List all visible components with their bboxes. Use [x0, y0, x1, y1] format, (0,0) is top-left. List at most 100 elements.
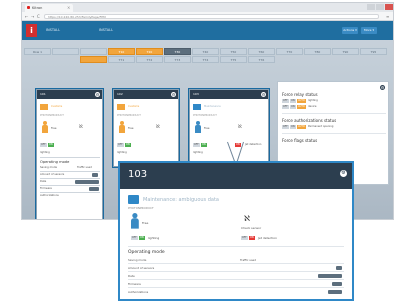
card-label: lighting [117, 151, 127, 154]
close-window-button[interactable] [385, 4, 393, 10]
grid-cell[interactable] [80, 56, 107, 63]
card-settings-icon[interactable]: ⚙ [261, 92, 266, 97]
date-value-bar [318, 274, 342, 278]
detail-pill2-off[interactable]: OFF [241, 236, 248, 240]
topnav-item-3[interactable]: INSTALL [99, 28, 113, 32]
relay2-off[interactable]: OFF [282, 105, 289, 109]
card-settings-icon[interactable]: ⚙ [171, 92, 176, 97]
grid-cell[interactable]: T73 [164, 56, 191, 63]
person-icon [195, 121, 201, 133]
grid-cell[interactable]: T75 [220, 56, 247, 63]
forward-icon[interactable]: → [31, 14, 34, 19]
person-icon [42, 121, 48, 133]
grid-cell[interactable]: T71 [108, 56, 135, 63]
actions-button[interactable]: Actions ▾ [342, 27, 358, 34]
address-bar-row: ← → C https://10.240.80.253/FamilyPage/F… [22, 12, 393, 21]
detail-pill2-red[interactable]: ON [249, 236, 255, 240]
grid-cell[interactable]: T95 [360, 48, 387, 55]
minimize-button[interactable] [367, 4, 375, 10]
grid-cell[interactable]: T10 [108, 48, 135, 55]
grid-cell[interactable]: T40 [192, 48, 219, 55]
device-detail-card[interactable]: 103 ⚙ Maintenance: ambiguous data PHOTON… [118, 161, 354, 301]
app-logo[interactable]: i [26, 24, 37, 37]
pill-on[interactable]: ON [201, 143, 207, 147]
relay-label: lighting [308, 99, 318, 102]
divider [282, 133, 386, 134]
grid-cell[interactable]: T50 [220, 48, 247, 55]
card-sub: PHOTONPRODUCT [40, 114, 64, 117]
detail-pill-off[interactable]: OFF [131, 236, 138, 240]
relay-on[interactable]: ON [290, 99, 296, 103]
row-value-bar [92, 173, 98, 177]
row-firmware: Firmware [128, 282, 141, 286]
row-saving-mode-value: Traffic used [240, 258, 257, 262]
device-card-102[interactable]: 102 ⚙ Customs PHOTONPRODUCT Free ℵ OFF O… [113, 89, 179, 167]
relay2-auto[interactable]: AUTO [297, 105, 306, 109]
grid-cell[interactable]: T90 [332, 48, 359, 55]
person-label: Free [51, 127, 57, 130]
grid-cell[interactable] [52, 48, 79, 55]
grid-cell[interactable] [80, 48, 107, 55]
operating-mode-title: Operating mode [128, 250, 165, 255]
relay2-on[interactable]: ON [290, 105, 296, 109]
device-card-101[interactable]: 101 ⚙ Customs PHOTONPRODUCT Free ℵ OFF O… [36, 89, 103, 219]
back-icon[interactable]: ← [25, 14, 28, 19]
pill-off[interactable]: OFF [117, 143, 124, 147]
grid-cell[interactable]: T80 [304, 48, 331, 55]
auth-auto[interactable]: AUTO [297, 125, 306, 129]
detail-mode-title: Maintenance: ambiguous data [143, 197, 219, 203]
person-label: Free [128, 127, 134, 130]
card-mode: Maintenance [204, 105, 221, 108]
auth-label: Permanent opening [308, 125, 334, 128]
grid-cell[interactable]: T20 [136, 48, 163, 55]
auth-on[interactable]: ON [290, 125, 296, 129]
person-label: Free [142, 221, 149, 225]
device-card-103[interactable]: 103 ⚙ Maintenance PHOTONPRODUCT Free ℵ O… [189, 89, 269, 167]
lux-icon: ℵ [79, 124, 83, 130]
detail-card-number: 103 [128, 169, 148, 180]
url-input[interactable]: https://10.240.80.253/FamilyPage/FPM [44, 14, 379, 19]
relay-auto[interactable]: AUTO [297, 99, 306, 103]
browser-menu-icon[interactable]: ≡ [386, 14, 389, 19]
topnav-item-1[interactable]: INSTALL [46, 28, 60, 32]
grid-cell[interactable]: T30 [164, 48, 191, 55]
reload-icon[interactable]: C [37, 14, 40, 19]
status-icon [40, 104, 48, 110]
card-sub: PHOTONPRODUCT [193, 114, 217, 117]
divider [40, 157, 100, 158]
grid-cell[interactable]: T60 [248, 48, 275, 55]
more-button[interactable]: More ▾ [361, 27, 377, 34]
card-header: 102 ⚙ [114, 90, 178, 99]
detail-settings-icon[interactable]: ⚙ [340, 170, 347, 177]
pill-off[interactable]: OFF [40, 143, 47, 147]
grid-cell[interactable]: T70 [276, 48, 303, 55]
grid-cell[interactable]: T76 [248, 56, 275, 63]
relay2-label: device [308, 105, 317, 108]
grid-cell[interactable]: T74 [192, 56, 219, 63]
panel-settings-icon[interactable]: ⚙ [380, 85, 385, 90]
detail-pill-on[interactable]: ON [139, 236, 145, 240]
status-icon [193, 104, 201, 110]
favicon-icon [27, 6, 30, 9]
auth-off[interactable]: OFF [282, 125, 289, 129]
maintenance-icon [128, 195, 139, 204]
grid-cell[interactable]: T72 [136, 56, 163, 63]
pill-red[interactable]: ON [235, 143, 241, 147]
relay-off[interactable]: OFF [282, 99, 289, 103]
status-icon [117, 104, 125, 110]
browser-tab[interactable]: Kitron × [25, 4, 73, 12]
grid-cell[interactable]: Row 1 [24, 48, 51, 55]
lux-icon: ℵ [156, 124, 160, 130]
card-label: lighting [193, 151, 203, 154]
tab-close-icon[interactable]: × [67, 5, 70, 10]
maximize-button[interactable] [376, 4, 384, 10]
pill-on[interactable]: ON [48, 143, 54, 147]
detail-sub: PHOTONPRODUCT [128, 206, 154, 210]
card-sub: PHOTONPRODUCT [117, 114, 141, 117]
pill-on[interactable]: ON [125, 143, 131, 147]
lux-icon: ℵ [244, 214, 250, 223]
card-number: 101 [40, 92, 46, 96]
card-settings-icon[interactable]: ⚙ [95, 92, 100, 97]
lux-icon: ℵ [238, 124, 242, 130]
pill-off[interactable]: OFF [193, 143, 200, 147]
